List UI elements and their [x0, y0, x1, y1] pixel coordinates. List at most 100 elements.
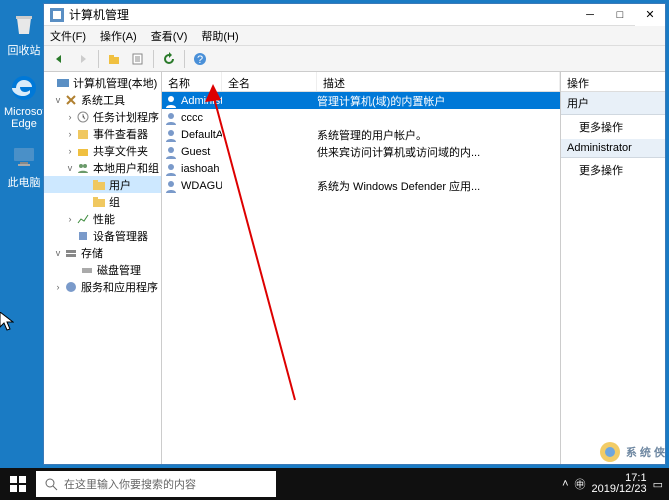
watermark-icon — [598, 440, 622, 464]
taskbar[interactable]: 在这里输入你要搜索的内容 ˄ ㊥ 17:1 2019/12/23 ▭ — [0, 468, 669, 500]
list-row[interactable]: cccc — [162, 109, 560, 126]
desktop-this-pc[interactable]: 此电脑 — [4, 140, 44, 190]
folder-icon — [92, 195, 106, 209]
menu-view[interactable]: 查看(V) — [151, 28, 188, 44]
nav-tree[interactable]: 计算机管理(本地) v 系统工具 › 任务计划程序 › 事件查看器 › 共享文件夹 v 本… — [44, 72, 162, 464]
list-row[interactable]: DefaultAcc...系统管理的用户帐户。 — [162, 126, 560, 143]
row-name: cccc — [181, 112, 203, 124]
up-button[interactable] — [103, 48, 125, 70]
tree-systools[interactable]: 系统工具 — [81, 92, 125, 108]
row-name: WDAGUtilit... — [181, 180, 222, 192]
tray-date[interactable]: 2019/12/23 — [592, 484, 647, 495]
user-icon — [164, 111, 178, 125]
tray-ime-icon[interactable]: ㊥ — [575, 476, 586, 492]
collapse-icon[interactable]: v — [52, 248, 64, 258]
perf-icon — [76, 212, 90, 226]
user-icon — [164, 128, 178, 142]
desktop-label: 回收站 — [4, 42, 44, 58]
recycle-bin-icon — [8, 8, 40, 40]
computer-icon — [56, 76, 70, 90]
tray-chevron-icon[interactable]: ˄ — [562, 478, 568, 490]
tools-icon — [64, 93, 78, 107]
user-icon — [164, 94, 178, 108]
user-icon — [164, 179, 178, 193]
actions-header: 操作 — [561, 72, 665, 92]
tree-localusers[interactable]: 本地用户和组 — [93, 160, 159, 176]
col-name[interactable]: 名称 — [162, 72, 222, 91]
desktop-recycle-bin[interactable]: 回收站 — [4, 8, 44, 58]
search-placeholder: 在这里输入你要搜索的内容 — [64, 476, 196, 492]
toolbar: ? — [44, 46, 665, 72]
row-desc: 系统为 Windows Defender 应用... — [317, 178, 560, 194]
actions-more-1[interactable]: 更多操作 — [561, 115, 665, 139]
share-icon — [76, 144, 90, 158]
actions-section-selected: Administrator — [561, 139, 665, 158]
separator — [98, 50, 99, 68]
user-icon — [164, 162, 178, 176]
expand-icon[interactable]: › — [52, 282, 64, 292]
minimize-button[interactable]: ─ — [575, 4, 605, 26]
separator — [153, 50, 154, 68]
folder-icon — [92, 178, 106, 192]
tree-users[interactable]: 用户 — [109, 177, 131, 193]
desktop-edge[interactable]: Microsoft Edge — [4, 72, 44, 130]
expand-icon[interactable]: › — [64, 112, 76, 122]
help-button[interactable]: ? — [189, 48, 211, 70]
tree-eventviewer[interactable]: 事件查看器 — [93, 126, 148, 142]
tree-storage[interactable]: 存储 — [81, 245, 103, 261]
tree-devmgr[interactable]: 设备管理器 — [93, 228, 148, 244]
list-header[interactable]: 名称 全名 描述 — [162, 72, 560, 92]
menu-help[interactable]: 帮助(H) — [201, 28, 238, 44]
tree-tasksched[interactable]: 任务计划程序 — [93, 109, 159, 125]
maximize-button[interactable]: □ — [605, 4, 635, 26]
tree-groups[interactable]: 组 — [109, 194, 120, 210]
disk-icon — [80, 263, 94, 277]
desktop-label: Microsoft Edge — [4, 106, 44, 130]
tree-diskmgr[interactable]: 磁盘管理 — [97, 262, 141, 278]
tray-notifications-icon[interactable]: ▭ — [653, 478, 663, 491]
expand-icon[interactable]: › — [64, 146, 76, 156]
menu-file[interactable]: 文件(F) — [50, 28, 86, 44]
tree-sharedfolders[interactable]: 共享文件夹 — [93, 143, 148, 159]
menubar: 文件(F) 操作(A) 查看(V) 帮助(H) — [44, 26, 665, 46]
collapse-icon[interactable]: v — [52, 95, 64, 105]
row-name: iashoah — [181, 163, 220, 175]
user-icon — [164, 145, 178, 159]
user-list: 名称 全名 描述 Administrat... 管理计算机(域)的内置帐户 cccc… — [162, 72, 561, 464]
actions-pane: 操作 用户 更多操作 Administrator 更多操作 — [561, 72, 665, 464]
row-name: Guest — [181, 146, 210, 158]
tree-root[interactable]: 计算机管理(本地) — [73, 75, 157, 91]
system-tray[interactable]: ˄ ㊥ 17:1 2019/12/23 ▭ — [562, 473, 669, 495]
event-icon — [76, 127, 90, 141]
back-button[interactable] — [48, 48, 70, 70]
actions-more-2[interactable]: 更多操作 — [561, 158, 665, 182]
titlebar[interactable]: 计算机管理 ─ □ ✕ — [44, 4, 665, 26]
list-body[interactable]: Administrat... 管理计算机(域)的内置帐户 cccc DefaultAc… — [162, 92, 560, 464]
menu-action[interactable]: 操作(A) — [100, 28, 137, 44]
desktop-label: 此电脑 — [4, 174, 44, 190]
tree-perf[interactable]: 性能 — [93, 211, 115, 227]
refresh-button[interactable] — [158, 48, 180, 70]
window-title: 计算机管理 — [69, 6, 575, 23]
taskbar-search[interactable]: 在这里输入你要搜索的内容 — [36, 471, 276, 497]
row-name: Administrat... — [181, 95, 222, 107]
row-desc: 系统管理的用户帐户。 — [317, 127, 560, 143]
collapse-icon[interactable]: v — [64, 163, 76, 173]
close-button[interactable]: ✕ — [635, 4, 665, 26]
actions-section-users: 用户 — [561, 92, 665, 115]
col-fullname[interactable]: 全名 — [222, 72, 317, 91]
expand-icon[interactable]: › — [64, 214, 76, 224]
clock-icon — [76, 110, 90, 124]
ctx-button[interactable] — [127, 48, 149, 70]
col-desc[interactable]: 描述 — [317, 72, 560, 91]
list-row[interactable]: Guest 供来宾访问计算机或访问域的内... — [162, 143, 560, 160]
list-row[interactable]: WDAGUtilit... 系统为 Windows Defender 应用... — [162, 177, 560, 194]
tree-services[interactable]: 服务和应用程序 — [81, 279, 158, 295]
row-desc: 管理计算机(域)的内置帐户 — [317, 93, 560, 109]
expand-icon[interactable]: › — [64, 129, 76, 139]
forward-button[interactable] — [72, 48, 94, 70]
list-row[interactable]: Administrat... 管理计算机(域)的内置帐户 — [162, 92, 560, 109]
row-desc: 供来宾访问计算机或访问域的内... — [317, 144, 560, 160]
start-button[interactable] — [0, 468, 36, 500]
list-row[interactable]: iashoah — [162, 160, 560, 177]
